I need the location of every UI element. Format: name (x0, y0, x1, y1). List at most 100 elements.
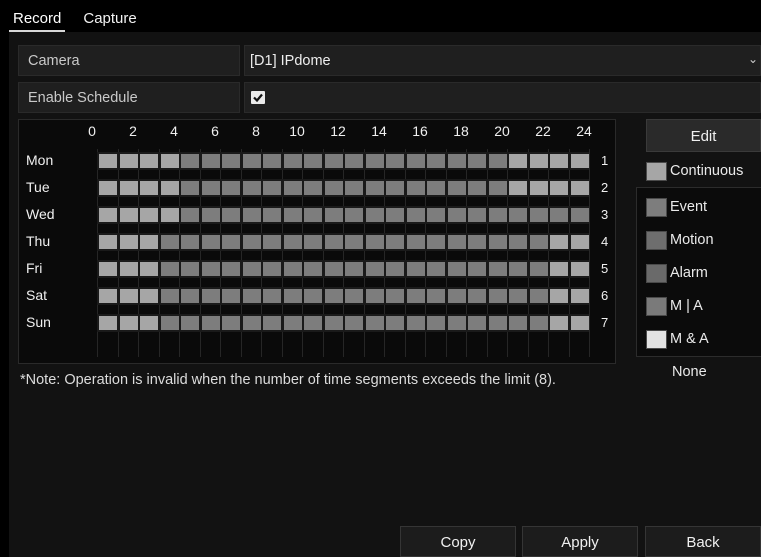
event-segment[interactable] (304, 316, 322, 330)
event-segment[interactable] (530, 289, 548, 303)
continuous-segment[interactable] (161, 154, 179, 168)
continuous-segment[interactable] (550, 154, 568, 168)
day-schedule-track[interactable] (97, 152, 589, 170)
continuous-segment[interactable] (571, 316, 589, 330)
event-segment[interactable] (407, 262, 425, 276)
event-segment[interactable] (345, 316, 363, 330)
continuous-segment[interactable] (120, 316, 138, 330)
continuous-segment[interactable] (120, 262, 138, 276)
continuous-segment[interactable] (99, 181, 117, 195)
event-segment[interactable] (345, 289, 363, 303)
event-segment[interactable] (509, 289, 527, 303)
continuous-segment[interactable] (120, 289, 138, 303)
event-segment[interactable] (284, 262, 302, 276)
continuous-segment[interactable] (140, 316, 158, 330)
event-segment[interactable] (161, 316, 179, 330)
event-segment[interactable] (263, 208, 281, 222)
event-segment[interactable] (181, 235, 199, 249)
event-segment[interactable] (325, 208, 343, 222)
event-segment[interactable] (243, 262, 261, 276)
continuous-segment[interactable] (571, 262, 589, 276)
back-button[interactable]: Back (645, 526, 761, 557)
event-segment[interactable] (468, 181, 486, 195)
continuous-segment[interactable] (571, 154, 589, 168)
tab-record[interactable]: Record (9, 8, 66, 32)
continuous-segment[interactable] (120, 235, 138, 249)
event-segment[interactable] (366, 208, 384, 222)
event-segment[interactable] (427, 208, 445, 222)
event-segment[interactable] (468, 154, 486, 168)
event-segment[interactable] (345, 154, 363, 168)
event-segment[interactable] (407, 316, 425, 330)
event-segment[interactable] (366, 289, 384, 303)
continuous-segment[interactable] (99, 208, 117, 222)
event-segment[interactable] (161, 262, 179, 276)
camera-select[interactable]: [D1] IPdome ⌄ (244, 45, 761, 76)
continuous-segment[interactable] (140, 181, 158, 195)
event-segment[interactable] (345, 235, 363, 249)
event-segment[interactable] (386, 154, 404, 168)
event-segment[interactable] (489, 181, 507, 195)
event-segment[interactable] (304, 181, 322, 195)
event-segment[interactable] (181, 262, 199, 276)
event-segment[interactable] (407, 154, 425, 168)
edit-button[interactable]: Edit (646, 119, 761, 152)
day-schedule-track[interactable] (97, 206, 589, 224)
event-segment[interactable] (263, 316, 281, 330)
event-segment[interactable] (263, 154, 281, 168)
event-segment[interactable] (448, 289, 466, 303)
event-segment[interactable] (427, 181, 445, 195)
day-schedule-track[interactable] (97, 233, 589, 251)
event-segment[interactable] (263, 235, 281, 249)
day-schedule-track[interactable] (97, 260, 589, 278)
event-segment[interactable] (222, 289, 240, 303)
event-segment[interactable] (509, 262, 527, 276)
event-segment[interactable] (407, 289, 425, 303)
event-segment[interactable] (202, 235, 220, 249)
event-segment[interactable] (530, 316, 548, 330)
event-segment[interactable] (325, 289, 343, 303)
event-segment[interactable] (222, 316, 240, 330)
event-segment[interactable] (304, 262, 322, 276)
event-segment[interactable] (386, 289, 404, 303)
event-segment[interactable] (386, 316, 404, 330)
continuous-segment[interactable] (140, 208, 158, 222)
event-segment[interactable] (386, 208, 404, 222)
event-segment[interactable] (407, 208, 425, 222)
event-segment[interactable] (325, 262, 343, 276)
event-segment[interactable] (427, 316, 445, 330)
event-segment[interactable] (325, 181, 343, 195)
day-schedule-track[interactable] (97, 287, 589, 305)
event-segment[interactable] (325, 316, 343, 330)
event-segment[interactable] (427, 154, 445, 168)
event-segment[interactable] (468, 208, 486, 222)
event-segment[interactable] (284, 154, 302, 168)
event-segment[interactable] (386, 262, 404, 276)
event-segment[interactable] (222, 235, 240, 249)
enable-schedule-checkbox[interactable] (251, 91, 265, 104)
event-segment[interactable] (509, 235, 527, 249)
continuous-segment[interactable] (140, 289, 158, 303)
event-segment[interactable] (345, 262, 363, 276)
continuous-segment[interactable] (99, 289, 117, 303)
event-segment[interactable] (345, 208, 363, 222)
event-segment[interactable] (407, 181, 425, 195)
event-segment[interactable] (181, 316, 199, 330)
event-segment[interactable] (202, 289, 220, 303)
event-segment[interactable] (530, 208, 548, 222)
continuous-segment[interactable] (161, 181, 179, 195)
event-segment[interactable] (325, 235, 343, 249)
continuous-segment[interactable] (99, 262, 117, 276)
event-segment[interactable] (489, 289, 507, 303)
continuous-segment[interactable] (140, 262, 158, 276)
event-segment[interactable] (161, 235, 179, 249)
event-segment[interactable] (222, 154, 240, 168)
continuous-segment[interactable] (530, 181, 548, 195)
event-segment[interactable] (222, 208, 240, 222)
event-segment[interactable] (386, 181, 404, 195)
event-segment[interactable] (448, 208, 466, 222)
continuous-segment[interactable] (550, 235, 568, 249)
apply-button[interactable]: Apply (522, 526, 638, 557)
event-segment[interactable] (448, 316, 466, 330)
event-segment[interactable] (366, 262, 384, 276)
